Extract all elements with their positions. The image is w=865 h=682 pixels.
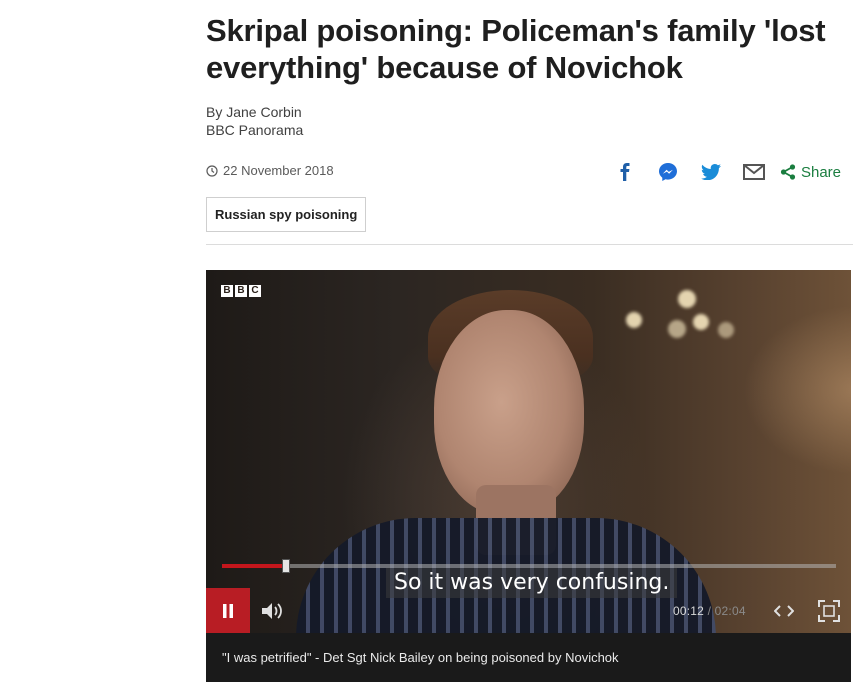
embed-icon — [774, 605, 794, 617]
email-icon — [742, 164, 765, 180]
bbc-logo-letter: B — [221, 285, 233, 297]
pause-button[interactable] — [206, 588, 250, 633]
tag-row: Russian spy poisoning — [206, 197, 853, 245]
volume-icon — [262, 603, 282, 619]
video-player[interactable]: B B C So it was very confusing. 00:12 / … — [206, 270, 851, 633]
progress-fill — [222, 564, 286, 568]
author-name: By Jane Corbin — [206, 104, 302, 120]
author-outlet: BBC Panorama — [206, 122, 304, 138]
embed-button[interactable] — [772, 600, 796, 622]
bokeh-light — [678, 290, 696, 308]
messenger-share-button[interactable] — [656, 161, 680, 183]
share-icon — [780, 164, 796, 180]
publish-date: 22 November 2018 — [223, 163, 334, 178]
bbc-logo: B B C — [221, 285, 263, 297]
messenger-icon — [658, 163, 677, 181]
meta-row: 22 November 2018 Share — [206, 161, 853, 183]
article-header: Skripal poisoning: Policeman's family 'l… — [206, 0, 853, 245]
facebook-icon — [620, 163, 630, 181]
time-display: 00:12 / 02:04 — [673, 604, 746, 618]
bbc-logo-letter: B — [235, 285, 247, 297]
fullscreen-button[interactable] — [817, 599, 841, 623]
current-time: 00:12 — [673, 604, 705, 618]
bokeh-light — [668, 320, 686, 338]
pause-icon — [223, 603, 233, 618]
fullscreen-icon — [818, 600, 840, 622]
bokeh-light — [693, 314, 709, 330]
topic-tag[interactable]: Russian spy poisoning — [206, 197, 367, 232]
share-bar: Share — [594, 161, 841, 183]
clock-icon — [206, 164, 218, 177]
time-separator: / — [707, 604, 712, 618]
share-label: Share — [800, 163, 841, 181]
video-caption: "I was petrified" - Det Sgt Nick Bailey … — [206, 633, 851, 682]
progress-handle[interactable] — [281, 559, 290, 573]
twitter-share-button[interactable] — [699, 161, 723, 183]
twitter-icon — [700, 164, 721, 180]
share-button[interactable]: Share — [780, 164, 841, 181]
volume-button[interactable] — [260, 599, 286, 623]
bokeh-light — [626, 312, 642, 328]
article-headline: Skripal poisoning: Policeman's family 'l… — [206, 13, 826, 85]
duration: 02:04 — [714, 604, 746, 618]
video-subtitle: So it was very confusing. — [386, 568, 678, 598]
facebook-share-button[interactable] — [613, 161, 637, 183]
bokeh-light — [718, 322, 734, 338]
email-share-button[interactable] — [742, 161, 766, 183]
bbc-logo-letter: C — [249, 285, 261, 297]
timestamp: 22 November 2018 — [206, 163, 334, 178]
byline: By Jane Corbin BBC Panorama — [206, 103, 853, 139]
